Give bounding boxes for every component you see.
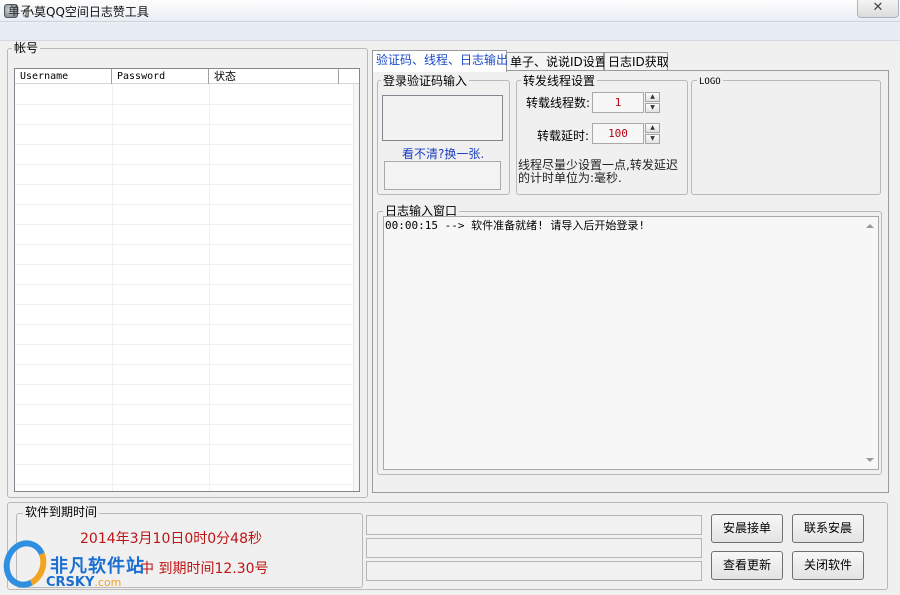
scroll-down-arrow-icon[interactable] [866, 458, 874, 462]
window-title: 小莫QQ空间日志赞工具 [22, 5, 149, 19]
captcha-image [382, 95, 503, 141]
tab-log-id-fetch[interactable]: 日志ID获取 [604, 52, 669, 72]
table-row-line [15, 444, 359, 445]
check-update-button[interactable]: 查看更新 [711, 551, 783, 580]
close-software-button[interactable]: 关闭软件 [792, 551, 864, 580]
table-row-line [15, 264, 359, 265]
thread-settings-group-label: 转发线程设置 [521, 74, 598, 88]
expiry-group-label: 软件到期时间 [23, 505, 100, 519]
watermark-site-name: CRSKY [46, 575, 95, 590]
scroll-up-arrow-icon[interactable] [866, 224, 874, 228]
menu-bar [0, 23, 900, 41]
column-header-password[interactable]: Password [112, 69, 209, 84]
log-scrollbar[interactable] [862, 217, 878, 469]
captcha-group-label: 登录验证码输入 [381, 74, 470, 88]
table-row-line [15, 284, 359, 285]
thread-count-up-button[interactable]: ▲ [645, 92, 660, 102]
receive-order-button[interactable]: 安晨接单 [711, 514, 783, 543]
delay-label: 转载延时: [537, 129, 590, 143]
table-row-line [15, 344, 359, 345]
watermark-domain: .com [94, 576, 122, 589]
table-column-line [209, 84, 210, 491]
table-row-line [15, 164, 359, 165]
table-row-line [15, 224, 359, 225]
thread-count-down-button[interactable]: ▼ [645, 103, 660, 113]
table-column-line [112, 84, 113, 491]
table-row-line [15, 304, 359, 305]
table-scroll-column [353, 84, 359, 491]
table-row-line [15, 144, 359, 145]
thread-settings-note: 线程尽量少设置一点,转发延迟的计时单位为:毫秒. [518, 158, 678, 185]
menu-item-orders[interactable]: 单子 [8, 2, 32, 19]
table-row-line [15, 424, 359, 425]
log-line: 00:00:15 --> 软件准备就绪! 请导入后开始登录! [385, 219, 645, 232]
delay-down-button[interactable]: ▼ [645, 134, 660, 144]
watermark-site: CRSKY.com [46, 575, 121, 590]
close-window-button[interactable]: ✕ [857, 0, 899, 18]
contact-button[interactable]: 联系安晨 [792, 514, 864, 543]
table-row-line [15, 384, 359, 385]
table-row-line [15, 464, 359, 465]
captcha-refresh-link[interactable]: 看不清?换一张. [402, 145, 484, 162]
column-header-username[interactable]: Username [15, 69, 112, 84]
tab-orders-ids[interactable]: 单子、说说ID设置 [506, 52, 607, 72]
thread-count-label: 转载线程数: [526, 96, 591, 110]
column-header-status[interactable]: 状态 [209, 69, 339, 84]
logo-group [691, 80, 881, 195]
table-row-line [15, 364, 359, 365]
log-textarea[interactable] [383, 216, 879, 470]
status-field-3 [366, 561, 702, 581]
table-row-line [15, 204, 359, 205]
thread-count-stepper[interactable]: 1 ▲ ▼ [592, 92, 660, 113]
tab-captcha-threads-log[interactable]: 验证码、线程、日志输出 [372, 50, 508, 72]
logo-group-label: LOGO [697, 75, 723, 89]
table-row-line [15, 124, 359, 125]
accounts-group-label: 帐号 [12, 41, 41, 55]
table-row-line [15, 484, 359, 485]
status-field-1 [366, 515, 702, 535]
thread-count-field[interactable]: 1 [592, 92, 644, 113]
delay-stepper[interactable]: 100 ▲ ▼ [592, 123, 660, 144]
delay-field[interactable]: 100 [592, 123, 644, 144]
accounts-table[interactable]: Username Password 状态 [14, 68, 360, 492]
table-row-line [15, 184, 359, 185]
table-row-line [15, 324, 359, 325]
expiry-status: 中 到期时间12.30号 [140, 561, 269, 577]
table-row-line [15, 104, 359, 105]
accounts-table-header: Username Password 状态 [15, 69, 359, 84]
captcha-input[interactable] [384, 161, 501, 190]
delay-up-button[interactable]: ▲ [645, 123, 660, 133]
status-field-2 [366, 538, 702, 558]
expiry-date: 2014年3月10日0时0分48秒 [80, 531, 262, 547]
table-row-line [15, 404, 359, 405]
table-row-line [15, 244, 359, 245]
